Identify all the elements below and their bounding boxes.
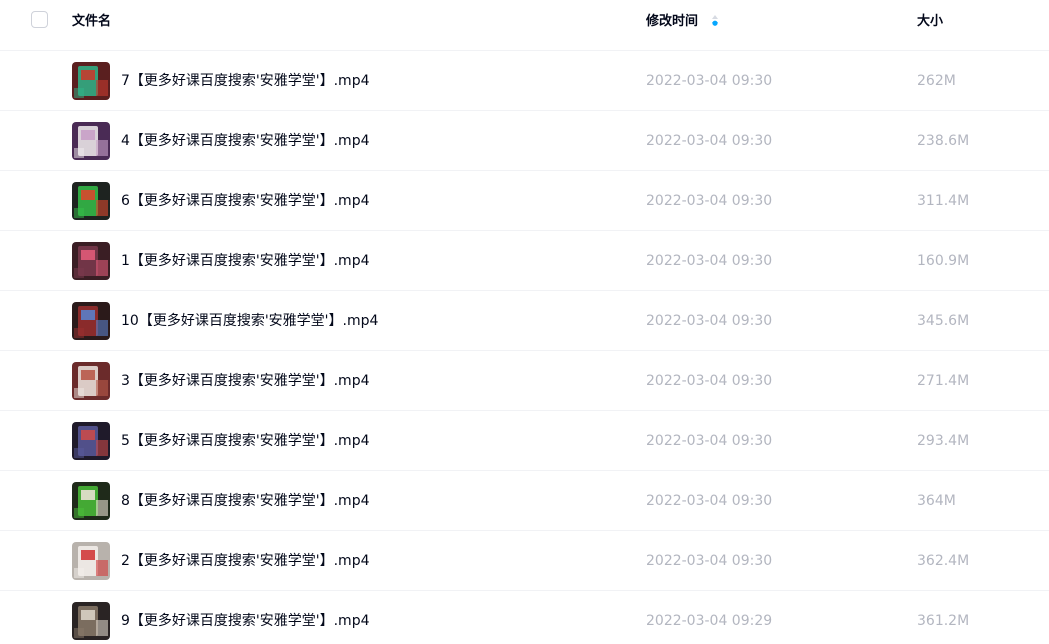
sort-descending-icon[interactable]	[711, 14, 719, 28]
video-thumbnail[interactable]	[72, 242, 110, 280]
file-size: 262M	[917, 73, 956, 89]
file-size: 160.9M	[917, 253, 970, 269]
table-row[interactable]: 7【更多好课百度搜索'安雅学堂'】.mp4 2022-03-04 09:30 262…	[0, 51, 1049, 111]
file-name[interactable]: 3【更多好课百度搜索'安雅学堂'】.mp4	[121, 372, 370, 390]
file-modified-time: 2022-03-04 09:30	[646, 253, 773, 269]
column-header-modified-time[interactable]: 修改时间	[646, 13, 698, 31]
table-row[interactable]: 5【更多好课百度搜索'安雅学堂'】.mp4 2022-03-04 09:30 293…	[0, 411, 1049, 471]
file-list: 文件名 修改时间 大小 7【更多好课百度搜索'安雅学堂'】.mp4 2022-03…	[0, 0, 1049, 644]
file-rows: 7【更多好课百度搜索'安雅学堂'】.mp4 2022-03-04 09:30 262…	[0, 51, 1049, 644]
file-modified-time: 2022-03-04 09:30	[646, 133, 773, 149]
video-thumbnail[interactable]	[72, 602, 110, 640]
file-size: 362.4M	[917, 553, 970, 569]
video-thumbnail[interactable]	[72, 302, 110, 340]
file-name[interactable]: 8【更多好课百度搜索'安雅学堂'】.mp4	[121, 492, 370, 510]
video-thumbnail[interactable]	[72, 362, 110, 400]
list-header: 文件名 修改时间 大小	[0, 0, 1049, 51]
file-modified-time: 2022-03-04 09:29	[646, 613, 773, 629]
column-header-size[interactable]: 大小	[917, 13, 943, 31]
file-modified-time: 2022-03-04 09:30	[646, 433, 773, 449]
table-row[interactable]: 2【更多好课百度搜索'安雅学堂'】.mp4 2022-03-04 09:30 362…	[0, 531, 1049, 591]
file-modified-time: 2022-03-04 09:30	[646, 193, 773, 209]
file-name[interactable]: 7【更多好课百度搜索'安雅学堂'】.mp4	[121, 72, 370, 90]
file-modified-time: 2022-03-04 09:30	[646, 553, 773, 569]
file-size: 271.4M	[917, 373, 970, 389]
file-modified-time: 2022-03-04 09:30	[646, 373, 773, 389]
file-modified-time: 2022-03-04 09:30	[646, 493, 773, 509]
video-thumbnail[interactable]	[72, 542, 110, 580]
table-row[interactable]: 8【更多好课百度搜索'安雅学堂'】.mp4 2022-03-04 09:30 364…	[0, 471, 1049, 531]
table-row[interactable]: 9【更多好课百度搜索'安雅学堂'】.mp4 2022-03-04 09:29 361…	[0, 591, 1049, 644]
table-row[interactable]: 10【更多好课百度搜索'安雅学堂'】.mp4 2022-03-04 09:30 34…	[0, 291, 1049, 351]
file-size: 293.4M	[917, 433, 970, 449]
video-thumbnail[interactable]	[72, 62, 110, 100]
select-all-checkbox[interactable]	[31, 11, 48, 28]
file-size: 364M	[917, 493, 956, 509]
file-name[interactable]: 6【更多好课百度搜索'安雅学堂'】.mp4	[121, 192, 370, 210]
file-modified-time: 2022-03-04 09:30	[646, 73, 773, 89]
video-thumbnail[interactable]	[72, 122, 110, 160]
file-size: 311.4M	[917, 193, 970, 209]
file-name[interactable]: 2【更多好课百度搜索'安雅学堂'】.mp4	[121, 552, 370, 570]
table-row[interactable]: 1【更多好课百度搜索'安雅学堂'】.mp4 2022-03-04 09:30 160…	[0, 231, 1049, 291]
table-row[interactable]: 3【更多好课百度搜索'安雅学堂'】.mp4 2022-03-04 09:30 271…	[0, 351, 1049, 411]
file-name[interactable]: 4【更多好课百度搜索'安雅学堂'】.mp4	[121, 132, 370, 150]
table-row[interactable]: 6【更多好课百度搜索'安雅学堂'】.mp4 2022-03-04 09:30 311…	[0, 171, 1049, 231]
file-size: 345.6M	[917, 313, 970, 329]
file-name[interactable]: 5【更多好课百度搜索'安雅学堂'】.mp4	[121, 432, 370, 450]
file-name[interactable]: 9【更多好课百度搜索'安雅学堂'】.mp4	[121, 612, 370, 630]
table-row[interactable]: 4【更多好课百度搜索'安雅学堂'】.mp4 2022-03-04 09:30 238…	[0, 111, 1049, 171]
column-header-name[interactable]: 文件名	[72, 13, 111, 31]
video-thumbnail[interactable]	[72, 482, 110, 520]
video-thumbnail[interactable]	[72, 182, 110, 220]
file-name[interactable]: 10【更多好课百度搜索'安雅学堂'】.mp4	[121, 312, 378, 330]
video-thumbnail[interactable]	[72, 422, 110, 460]
file-name[interactable]: 1【更多好课百度搜索'安雅学堂'】.mp4	[121, 252, 370, 270]
file-size: 361.2M	[917, 613, 970, 629]
file-modified-time: 2022-03-04 09:30	[646, 313, 773, 329]
file-size: 238.6M	[917, 133, 970, 149]
